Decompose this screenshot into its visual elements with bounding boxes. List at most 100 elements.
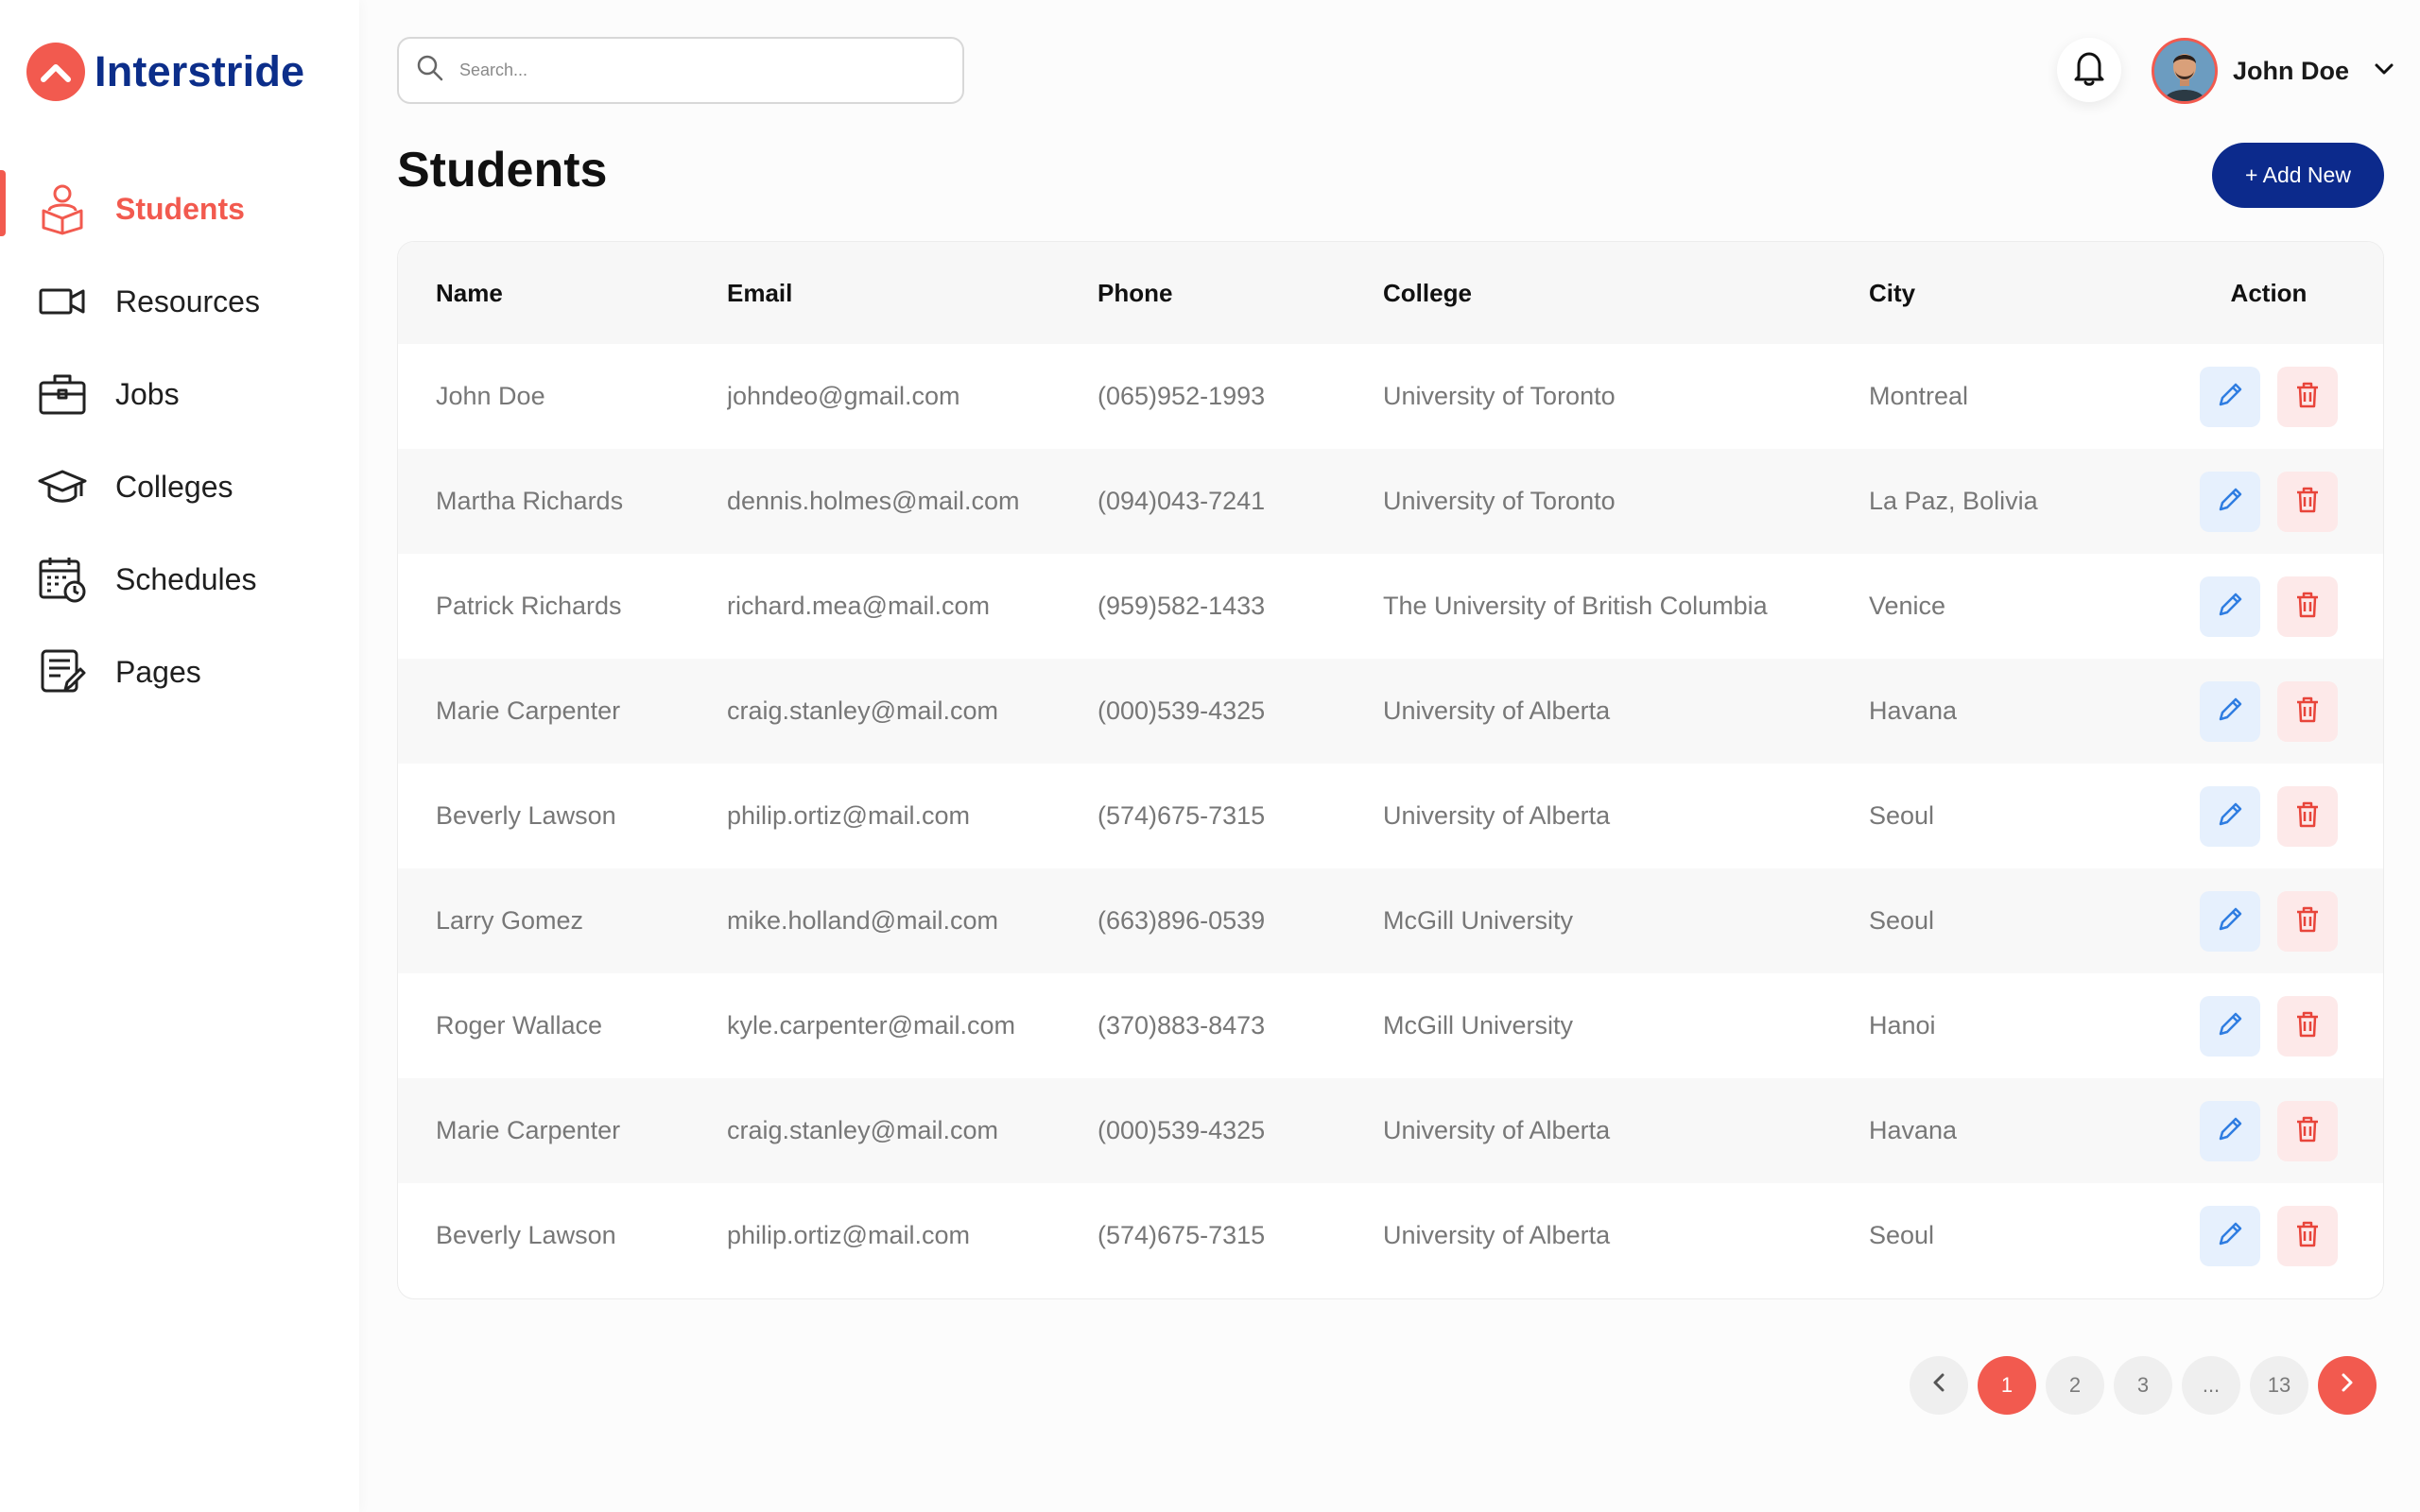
row-actions [2200,576,2338,637]
edit-button[interactable] [2200,890,2260,952]
cell-phone: (574)675-7315 [1098,1221,1266,1249]
add-new-button[interactable]: + Add New [2212,143,2384,208]
video-camera-icon [38,277,87,326]
edit-button[interactable] [2200,576,2260,637]
delete-button[interactable] [2277,785,2338,847]
page-button-1[interactable]: 1 [1978,1356,2036,1415]
cell-name: Martha Richards [436,487,624,515]
edit-button[interactable] [2200,680,2260,742]
sidebar-item-label: Pages [115,654,201,689]
cell-college: University of Toronto [1383,382,1616,410]
edit-button[interactable] [2200,471,2260,532]
trash-icon [2294,905,2321,936]
row-actions [2200,471,2338,532]
sidebar-item-label: Students [115,191,245,226]
trash-icon [2294,800,2321,832]
pencil-icon [2216,1220,2244,1251]
delete-button[interactable] [2277,471,2338,532]
cell-college: University of Alberta [1383,1221,1611,1249]
briefcase-icon [38,369,87,419]
sidebar-nav: Students Resources Jobs Colleges Schedul… [0,163,359,718]
cell-phone: (663)896-0539 [1098,906,1266,935]
delete-button[interactable] [2277,1100,2338,1161]
cell-phone: (959)582-1433 [1098,592,1266,620]
trash-icon [2294,1220,2321,1251]
pencil-icon [2216,1115,2244,1146]
sidebar-item-colleges[interactable]: Colleges [0,440,359,533]
pencil-icon [2216,381,2244,412]
cell-email: johndeo@gmail.com [727,382,960,410]
delete-button[interactable] [2277,680,2338,742]
document-edit-icon [38,647,87,696]
cell-name: Marie Carpenter [436,696,621,725]
cell-action [2152,449,2383,554]
notifications-button[interactable] [2057,38,2121,102]
cell-email: richard.mea@mail.com [727,592,990,620]
page-button-3[interactable]: 3 [2114,1356,2172,1415]
trash-icon [2294,696,2321,727]
cell-name: Marie Carpenter [436,1116,621,1144]
sidebar-item-pages[interactable]: Pages [0,626,359,718]
calendar-clock-icon [38,555,87,604]
row-actions [2200,995,2338,1057]
sidebar-item-resources[interactable]: Resources [0,255,359,348]
search-input[interactable] [459,60,932,80]
row-actions [2200,1205,2338,1266]
sidebar-item-jobs[interactable]: Jobs [0,348,359,440]
edit-button[interactable] [2200,366,2260,427]
next-page-button[interactable] [2318,1356,2377,1415]
search-box[interactable] [397,37,964,104]
cell-city: Venice [1869,592,1946,620]
column-header-action: Action [2230,278,2308,307]
app-logo[interactable]: Interstride [26,42,304,102]
edit-button[interactable] [2200,785,2260,847]
edit-button[interactable] [2200,995,2260,1057]
trash-icon [2294,1010,2321,1041]
sidebar-item-students[interactable]: Students [0,163,359,255]
cell-city: Seoul [1869,906,1935,935]
cell-email: craig.stanley@mail.com [727,696,998,725]
cell-phone: (574)675-7315 [1098,801,1266,830]
edit-button[interactable] [2200,1100,2260,1161]
graduation-cap-icon [38,462,87,511]
cell-city: Havana [1869,1116,1958,1144]
trash-icon [2294,1115,2321,1146]
user-menu[interactable]: John Doe [2152,38,2394,104]
row-actions [2200,680,2338,742]
cell-action [2152,1183,2383,1288]
cell-phone: (370)883-8473 [1098,1011,1266,1040]
cell-phone: (065)952-1993 [1098,382,1266,410]
cell-email: philip.ortiz@mail.com [727,801,970,830]
sidebar-item-schedules[interactable]: Schedules [0,533,359,626]
table-row: Beverly Lawson philip.ortiz@mail.com (574)… [398,1183,2383,1288]
delete-button[interactable] [2277,890,2338,952]
cell-college: University of Alberta [1383,1116,1611,1144]
pencil-icon [2216,591,2244,622]
column-header-name: Name [436,278,503,307]
table-row: Patrick Richards richard.mea@mail.com (959… [398,554,2383,659]
page-button-2[interactable]: 2 [2046,1356,2104,1415]
delete-button[interactable] [2277,995,2338,1057]
edit-button[interactable] [2200,1205,2260,1266]
cell-action [2152,554,2383,659]
pencil-icon [2216,486,2244,517]
delete-button[interactable] [2277,1205,2338,1266]
delete-button[interactable] [2277,366,2338,427]
column-header-email: Email [727,278,793,307]
cell-name: Patrick Richards [436,592,622,620]
sidebar-item-label: Resources [115,284,260,318]
page-ellipsis: ... [2182,1356,2240,1415]
trash-icon [2294,381,2321,412]
prev-page-button[interactable] [1910,1356,1968,1415]
cell-college: University of Alberta [1383,801,1611,830]
cell-action [2152,764,2383,868]
bell-icon [2073,50,2105,91]
cell-name: John Doe [436,382,545,410]
cell-action [2152,344,2383,449]
table-row: Beverly Lawson philip.ortiz@mail.com (574)… [398,764,2383,868]
chevron-left-icon [1932,1372,1945,1399]
delete-button[interactable] [2277,576,2338,637]
cell-action [2152,868,2383,973]
page-button-13[interactable]: 13 [2250,1356,2308,1415]
sidebar: Interstride Students Resources Jobs Coll… [0,0,359,1512]
